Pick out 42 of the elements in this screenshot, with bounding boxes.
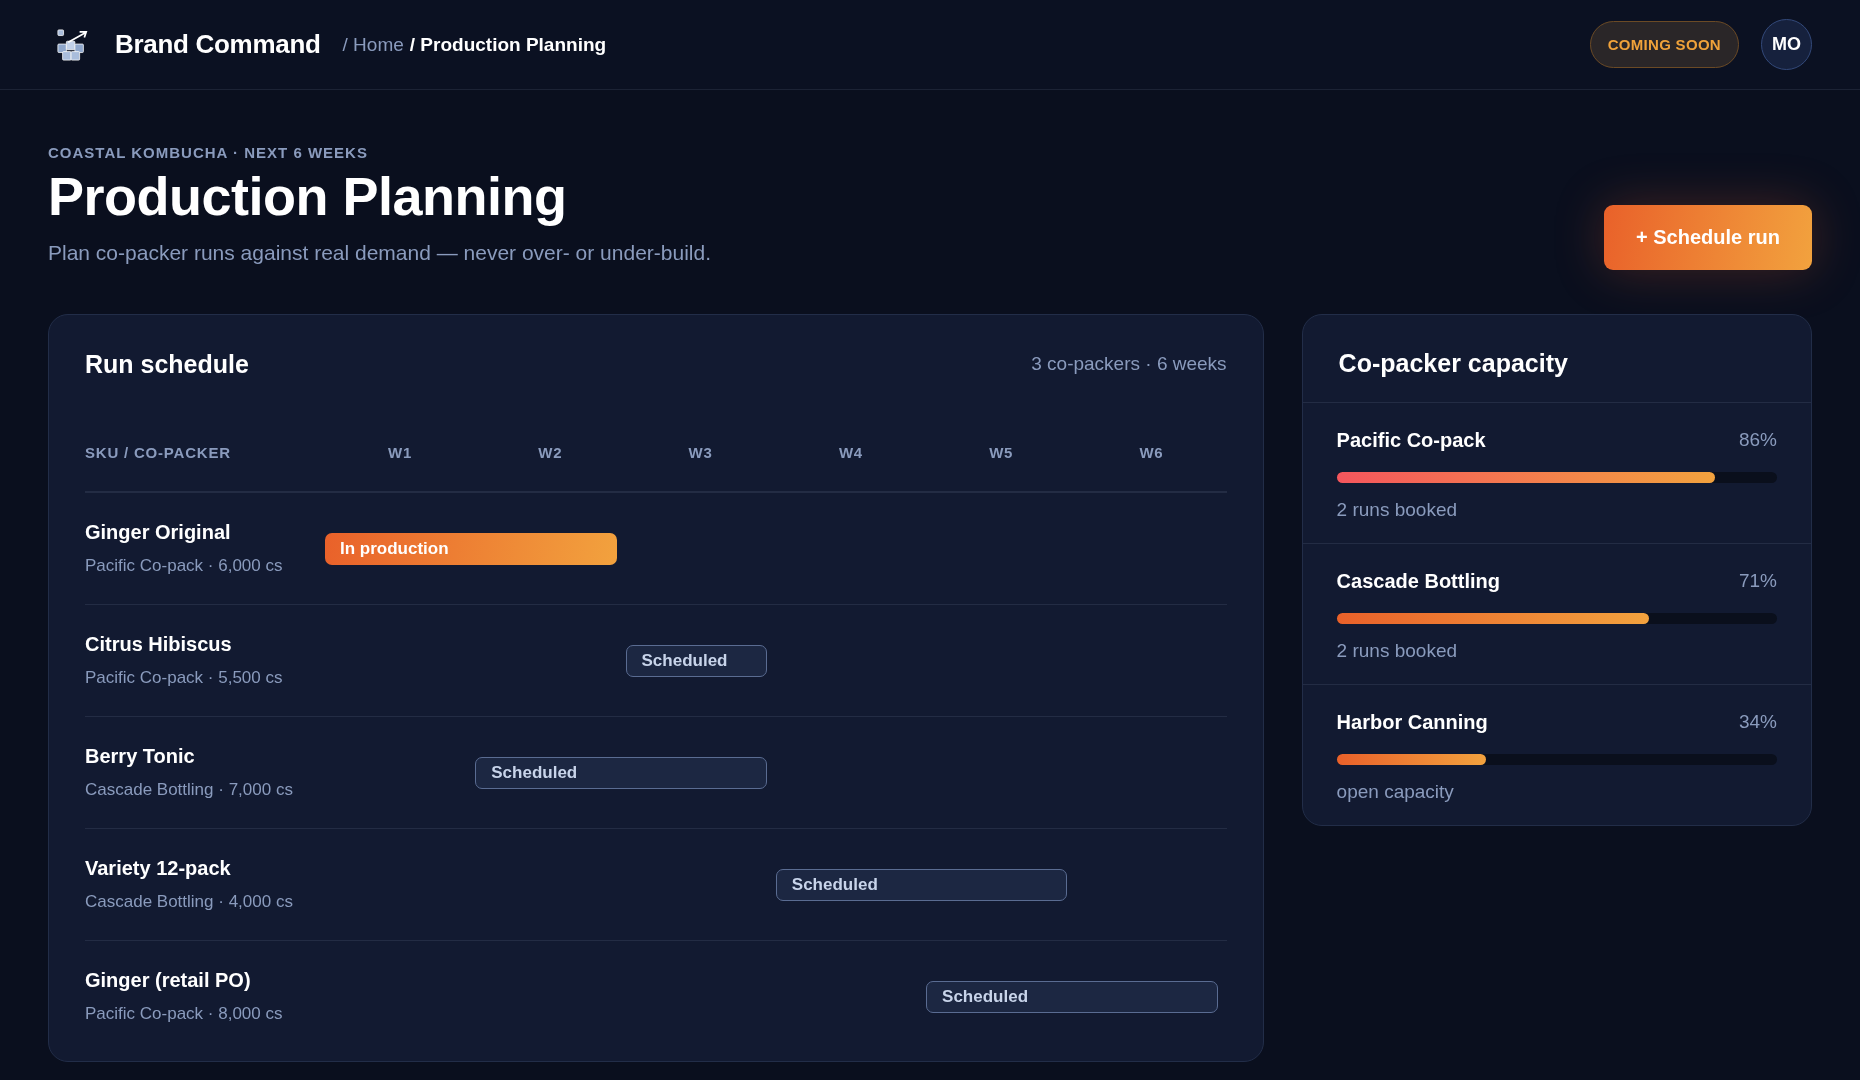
run-bar[interactable]: Scheduled <box>475 756 767 789</box>
card-title: Run schedule <box>85 349 249 379</box>
copacker-name: Harbor Canning <box>1336 711 1488 734</box>
capacity-note: open capacity <box>1336 781 1455 803</box>
sku-detail: Cascade Bottling · 7,000 cs <box>85 780 294 800</box>
sku-name: Citrus Hibiscus <box>85 633 233 656</box>
sku-detail: Cascade Bottling · 4,000 cs <box>85 892 294 912</box>
sku-name: Berry Tonic <box>85 745 196 768</box>
logo-icon <box>56 27 90 62</box>
column-header: W4 <box>838 443 863 461</box>
sku-name: Variety 12-pack <box>85 857 232 880</box>
brand-name: Brand Command <box>115 29 321 60</box>
capacity-note: 2 runs booked <box>1336 640 1459 662</box>
copacker-name: Pacific Co-pack <box>1336 429 1486 452</box>
breadcrumb-current: / Production Planning <box>409 33 607 56</box>
sku-detail: Pacific Co-pack · 6,000 cs <box>85 556 284 576</box>
column-header: W6 <box>1139 443 1164 461</box>
card-title: Co-packer capacity <box>1302 315 1811 403</box>
column-header: W3 <box>688 443 713 461</box>
column-header: W1 <box>388 443 413 461</box>
capacity-percent: 86% <box>1738 429 1777 452</box>
column-header: W5 <box>989 443 1014 461</box>
capacity-percent: 34% <box>1738 711 1777 734</box>
column-header: W2 <box>538 443 563 461</box>
sku-name: Ginger (retail PO) <box>85 969 252 992</box>
coming-soon-badge: COMING SOON <box>1589 21 1739 68</box>
schedule-summary: 3 co-packers · 6 weeks <box>1031 353 1227 375</box>
run-bar[interactable]: Scheduled <box>775 868 1068 901</box>
run-bar[interactable]: Scheduled <box>625 644 767 677</box>
page-title: Production Planning <box>48 165 568 227</box>
breadcrumb-link[interactable]: / Home <box>342 33 404 56</box>
sku-detail: Pacific Co-pack · 8,000 cs <box>85 1004 284 1024</box>
user-avatar[interactable]: MO <box>1761 19 1812 70</box>
sku-name: Ginger Original <box>85 521 232 544</box>
sku-detail: Pacific Co-pack · 5,500 cs <box>85 668 284 688</box>
copacker-name: Cascade Bottling <box>1336 570 1500 593</box>
column-header: SKU / CO-PACKER <box>85 443 231 461</box>
capacity-note: 2 runs booked <box>1336 499 1459 521</box>
page-subtitle: Plan co-packer runs against real demand — never over- or under-build. <box>48 241 711 265</box>
page-eyebrow: COASTAL KOMBUCHA · NEXT 6 WEEKS <box>48 144 369 161</box>
capacity-percent: 71% <box>1738 570 1777 593</box>
run-bar[interactable]: Scheduled <box>926 980 1218 1013</box>
